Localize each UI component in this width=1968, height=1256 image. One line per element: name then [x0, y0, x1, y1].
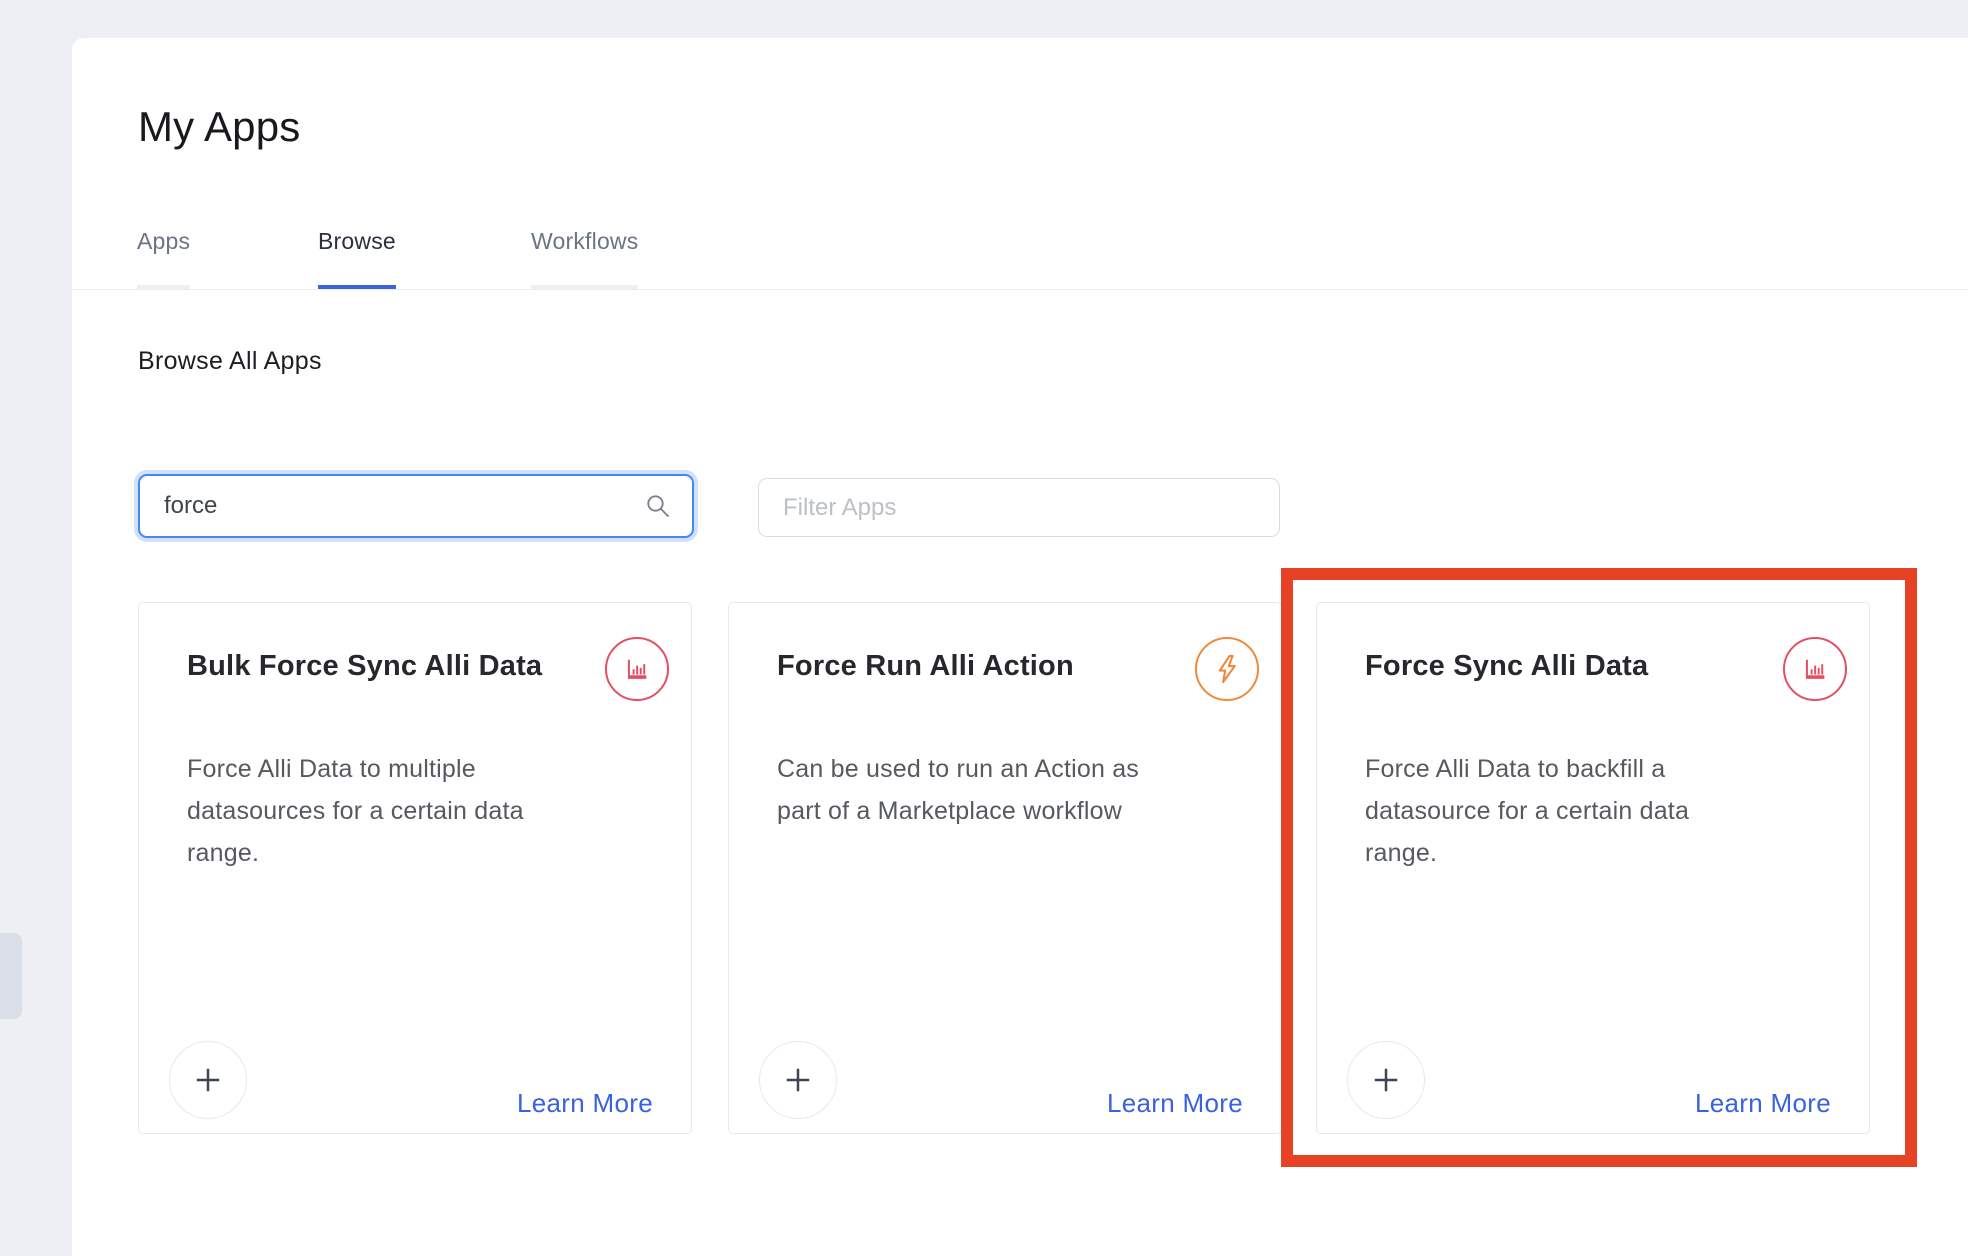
- tab-apps[interactable]: Apps: [137, 228, 190, 289]
- tab-browse[interactable]: Browse: [318, 228, 396, 289]
- add-app-button[interactable]: [169, 1041, 247, 1119]
- plus-icon: [190, 1062, 226, 1098]
- search-input[interactable]: [138, 474, 694, 538]
- plus-icon: [1368, 1062, 1404, 1098]
- card-description: Force Alli Data to backfill a datasource…: [1365, 748, 1835, 874]
- main-panel: My Apps Apps Browse Workflows Browse All…: [72, 38, 1968, 1256]
- filter-apps-input[interactable]: [758, 478, 1280, 537]
- card-description: Can be used to run an Action as part of …: [777, 748, 1247, 832]
- learn-more-link[interactable]: Learn More: [1107, 1087, 1243, 1119]
- plus-icon: [780, 1062, 816, 1098]
- app-card-force-run-alli-action: Force Run Alli Action Can be used to run…: [728, 602, 1282, 1134]
- app-card-force-sync-alli-data: Force Sync Alli Data Force Alli Data to …: [1316, 602, 1870, 1134]
- tab-workflows[interactable]: Workflows: [531, 228, 638, 289]
- card-description: Force Alli Data to multiple datasources …: [187, 748, 657, 874]
- card-title: Bulk Force Sync Alli Data: [187, 649, 561, 684]
- learn-more-link[interactable]: Learn More: [1695, 1087, 1831, 1119]
- section-heading: Browse All Apps: [138, 346, 322, 376]
- tab-divider: [72, 289, 1968, 290]
- card-title: Force Sync Alli Data: [1365, 649, 1739, 684]
- left-rail-handle[interactable]: [0, 933, 22, 1019]
- page: My Apps Apps Browse Workflows Browse All…: [0, 0, 1968, 1256]
- lightning-bolt-icon: [1195, 637, 1259, 701]
- page-title: My Apps: [138, 102, 300, 152]
- bar-chart-icon: [1783, 637, 1847, 701]
- add-app-button[interactable]: [759, 1041, 837, 1119]
- add-app-button[interactable]: [1347, 1041, 1425, 1119]
- app-card-bulk-force-sync-alli-data: Bulk Force Sync Alli Data Force Alli Dat…: [138, 602, 692, 1134]
- learn-more-link[interactable]: Learn More: [517, 1087, 653, 1119]
- card-title: Force Run Alli Action: [777, 649, 1151, 684]
- bar-chart-icon: [605, 637, 669, 701]
- search-box: [138, 474, 694, 538]
